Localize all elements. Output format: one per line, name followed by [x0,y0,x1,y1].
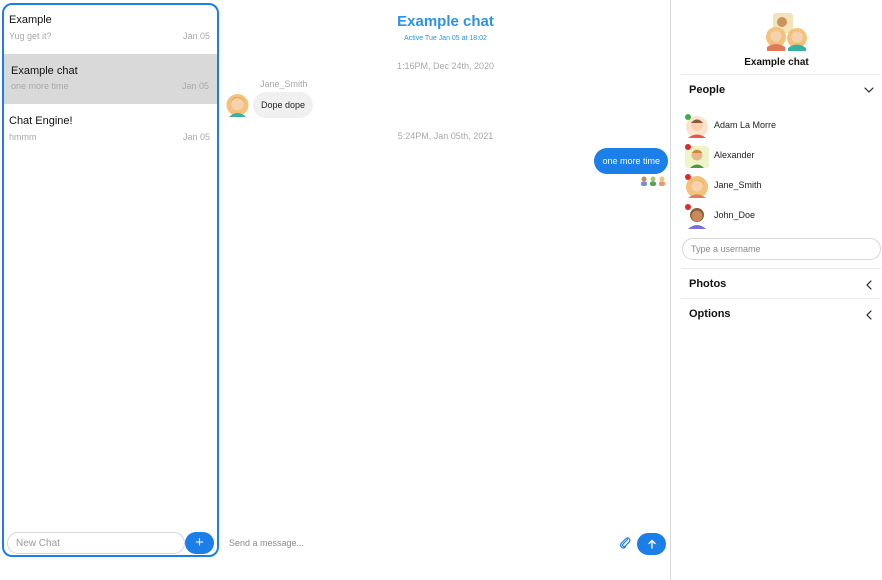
message-timestamp: 1:16PM, Dec 24th, 2020 [396,61,495,71]
photos-section-header[interactable]: Photos [689,278,726,290]
message-sender-name: Jane_Smith [260,79,308,89]
message-input[interactable] [229,532,599,554]
chat-card-example-chat[interactable]: Example chat one more time Jan 05 [4,54,217,104]
new-chat-input[interactable] [7,532,185,554]
chat-card-preview: Yug get it? [9,31,52,41]
chat-card-preview: hmmm [9,132,37,142]
chat-title: Example chat [397,13,494,30]
person-name: Alexander [714,150,755,160]
chat-card-date: Jan 05 [182,31,210,41]
people-section-header[interactable]: People [689,84,725,96]
section-divider [681,298,881,299]
add-chat-button[interactable]: + [185,532,214,554]
online-status-dot [685,114,691,120]
chat-card-date: Jan 05 [181,81,209,91]
chat-card-preview: one more time [11,81,69,91]
chat-card-title: Example chat [11,65,78,77]
read-receipts [640,176,666,186]
person-row[interactable]: Jane_Smith [683,173,873,199]
person-name: Jane_Smith [714,180,762,190]
chat-feed: Example chat Active Tue Jan 05 at 18:02 … [221,0,670,580]
chat-settings-panel: Example chat People Adam La Morre Alexan… [670,0,882,580]
group-avatar [766,13,807,51]
send-button[interactable] [637,533,666,555]
offline-status-dot [685,174,691,180]
offline-status-dot [685,144,691,150]
sender-avatar [226,94,249,117]
send-arrow-icon [647,539,656,549]
chat-activity-status: Active Tue Jan 05 at 18:02 [404,35,487,42]
add-icon: + [195,534,204,551]
person-row[interactable]: John_Doe [683,203,873,229]
chevron-down-icon[interactable] [864,85,874,95]
read-receipt-avatar [659,176,665,186]
group-title: Example chat [744,57,809,68]
paperclip-icon[interactable] [619,536,631,550]
offline-status-dot [685,204,691,210]
section-divider [681,74,881,75]
read-receipt-avatar [650,176,656,186]
read-receipt-avatar [641,176,647,186]
person-row[interactable]: Adam La Morre [683,113,873,139]
chat-list-panel: Example Yug get it? Jan 05 Example chat … [2,3,219,557]
person-name: John_Doe [714,210,756,220]
incoming-message-bubble: Dope dope [253,92,314,118]
add-person-input[interactable] [682,238,881,260]
chat-card-example[interactable]: Example Yug get it? Jan 05 [4,5,217,55]
chat-card-title: Example [9,14,52,26]
outgoing-message-bubble: one more time [594,148,668,174]
chevron-left-icon[interactable] [864,310,874,320]
chat-card-date: Jan 05 [182,132,210,142]
person-row[interactable]: Alexander [683,143,873,169]
chat-card-title: Chat Engine! [9,115,73,127]
person-name: Adam La Morre [714,120,777,130]
message-timestamp: 5:24PM, Jan 05th, 2021 [397,131,494,141]
section-divider [681,268,881,269]
options-section-header[interactable]: Options [689,308,731,320]
chevron-left-icon[interactable] [864,280,874,290]
chat-card-chat-engine[interactable]: Chat Engine! hmmm Jan 05 [4,106,217,156]
